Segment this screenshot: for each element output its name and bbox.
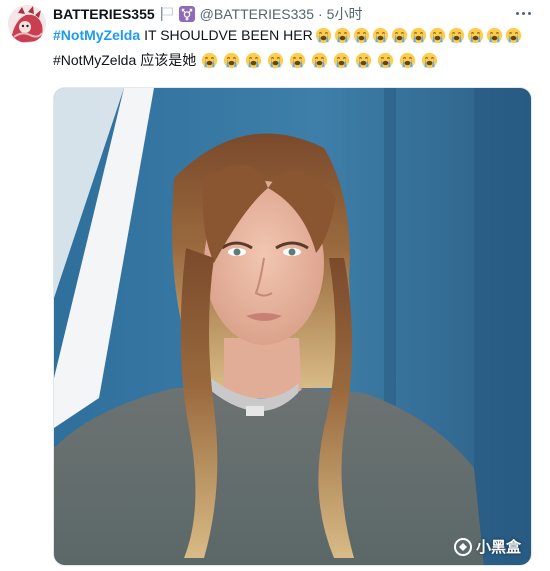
tweet-text: IT SHOULDVE BEEN HER: [144, 27, 313, 43]
loudly-crying-face-emoji: [448, 27, 464, 43]
hashtag-link[interactable]: #NotMyZelda: [53, 27, 140, 43]
loudly-crying-face-emoji: [315, 27, 331, 43]
transgender-symbol-icon: [178, 6, 195, 22]
loudly-crying-face-emoji: [202, 52, 218, 68]
hashtag-link[interactable]: #NotMyZelda: [53, 52, 136, 68]
loudly-crying-face-emoji: [372, 27, 388, 43]
emoji-row: [315, 27, 524, 44]
tweet-text: 应该是她: [140, 52, 197, 68]
separator-dot: ·: [318, 6, 323, 22]
loudly-crying-face-emoji: [410, 27, 426, 43]
loudly-crying-face-emoji: [422, 52, 438, 68]
white-flag-icon: [160, 6, 174, 22]
loudly-crying-face-emoji: [224, 52, 240, 68]
loudly-crying-face-emoji: [334, 27, 350, 43]
loudly-crying-face-emoji: [391, 27, 407, 43]
loudly-crying-face-emoji: [334, 52, 350, 68]
tweet-photo[interactable]: 小黑盒: [53, 87, 532, 566]
loudly-crying-face-emoji: [356, 52, 372, 68]
avatar-illustration: [8, 5, 46, 43]
loudly-crying-face-emoji: [486, 27, 502, 43]
avatar[interactable]: [8, 5, 46, 43]
tweet-header: BATTERIES355 @BATTERIES335 · 5小时: [53, 4, 362, 24]
tweet-text-line-2: #NotMyZelda 应该是她: [53, 50, 443, 70]
more-dots-icon[interactable]: [510, 4, 536, 22]
user-handle[interactable]: @BATTERIES335: [200, 6, 314, 22]
loudly-crying-face-emoji: [400, 52, 416, 68]
loudly-crying-face-emoji: [312, 52, 328, 68]
tweet-card: BATTERIES355 @BATTERIES335 · 5小时 #NotMyZ…: [0, 0, 550, 571]
watermark: 小黑盒: [453, 536, 521, 557]
loudly-crying-face-emoji: [505, 27, 521, 43]
timestamp[interactable]: 5小时: [327, 4, 363, 24]
watermark-text: 小黑盒: [475, 539, 521, 556]
loudly-crying-face-emoji: [290, 52, 306, 68]
xiaoheihe-logo-icon: [453, 537, 472, 556]
loudly-crying-face-emoji: [467, 27, 483, 43]
portrait-photo: [54, 88, 531, 565]
loudly-crying-face-emoji: [246, 52, 262, 68]
loudly-crying-face-emoji: [378, 52, 394, 68]
loudly-crying-face-emoji: [268, 52, 284, 68]
emoji-row: [201, 52, 443, 69]
display-name[interactable]: BATTERIES355: [53, 6, 155, 22]
loudly-crying-face-emoji: [429, 27, 445, 43]
loudly-crying-face-emoji: [353, 27, 369, 43]
tweet-text-line-1: #NotMyZelda IT SHOULDVE BEEN HER: [53, 25, 524, 45]
